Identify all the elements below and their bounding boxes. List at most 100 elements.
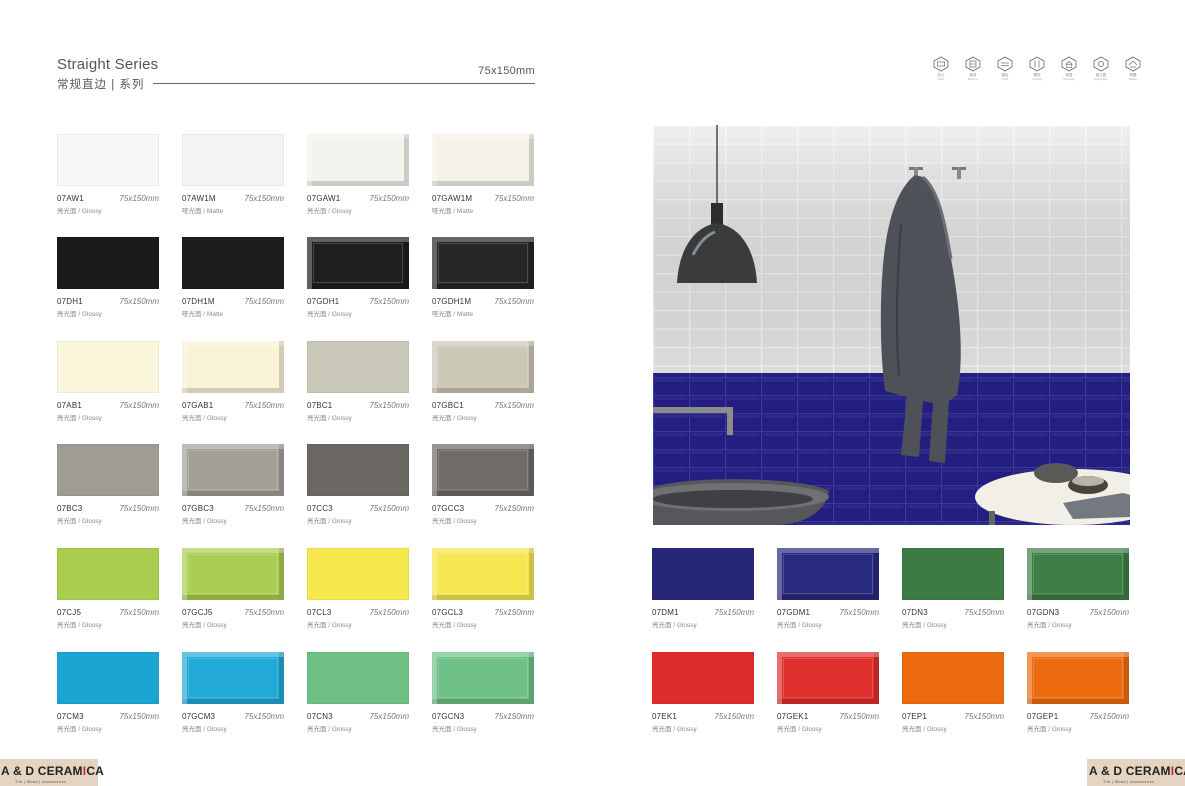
tile-finish: 亮光面 / Glossy [1027,726,1072,733]
tile-card: 07GDH1M 75x150mm 哑光面 / Matte [432,237,534,318]
tile-code: 07DM1 [652,608,679,617]
tile-swatch [1027,548,1129,600]
tile-size: 75x150mm [839,712,879,721]
tile-card: 07CL3 75x150mm 亮光面 / Glossy [307,548,409,629]
tile-swatch [777,652,879,704]
tile-code: 07GDH1 [307,297,340,306]
tile-finish: 亮光面 / Glossy [307,415,352,422]
kindergarten-icon [1093,56,1109,72]
tile-code: 07AW1M [182,194,216,203]
tile-swatch [182,444,284,496]
tile-swatch [432,237,534,289]
tile-card: 07BC1 75x150mm 亮光面 / Glossy [307,341,409,422]
tile-card: 07GCN3 75x150mm 亮光面 / Glossy [432,652,534,733]
page-title-cn: 常规直边 | 系列 [57,79,145,91]
tile-finish: 亮光面 / Glossy [432,518,477,525]
tile-swatch [432,548,534,600]
tile-size: 75x150mm [369,194,409,203]
tile-card: 07DN3 75x150mm 亮光面 / Glossy [902,548,1004,629]
tile-swatch [1027,652,1129,704]
tile-code: 07CM3 [57,712,84,721]
application-home: 家居 Homestay [1057,56,1081,81]
tile-swatch [902,548,1004,600]
tile-code: 07EP1 [902,712,928,721]
application-icons: 办公 Work 商务 Business 酒店 Hotel 餐饮 Catering… [929,56,1145,81]
tile-finish: 亮光面 / Glossy [57,726,102,733]
tile-swatch [307,444,409,496]
tile-swatch [902,652,1004,704]
tile-finish: 亮光面 / Glossy [57,518,102,525]
tile-size: 75x150mm [964,712,1004,721]
tile-card: 07CM3 75x150mm 亮光面 / Glossy [57,652,159,733]
tile-finish: 亮光面 / Glossy [57,208,102,215]
tile-code: 07BC1 [307,401,333,410]
tile-size: 75x150mm [714,608,754,617]
tile-swatch [307,652,409,704]
tile-finish: 亮光面 / Glossy [902,622,947,629]
tile-size: 75x150mm [494,608,534,617]
application-hotel: 酒店 Hotel [993,56,1017,81]
tile-card: 07DM1 75x150mm 亮光面 / Glossy [652,548,754,629]
tile-size: 75x150mm [244,504,284,513]
tile-code: 07GCL3 [432,608,463,617]
business-icon [965,56,981,72]
tile-finish: 亮光面 / Glossy [307,622,352,629]
tile-card: 07CC3 75x150mm 亮光面 / Glossy [307,444,409,525]
tile-card: 07GDM1 75x150mm 亮光面 / Glossy [777,548,879,629]
tile-swatch [777,548,879,600]
tile-finish: 亮光面 / Glossy [182,622,227,629]
tile-finish: 亮光面 / Glossy [182,726,227,733]
tile-code: 07GBC1 [432,401,464,410]
application-business: 商务 Business [961,56,985,81]
tile-finish: 亮光面 / Glossy [652,726,697,733]
tile-swatch [57,134,159,186]
tile-code: 07DH1M [182,297,215,306]
tile-code: 07CJ5 [57,608,82,617]
tile-card: 07GDN3 75x150mm 亮光面 / Glossy [1027,548,1129,629]
tile-finish: 亮光面 / Glossy [432,622,477,629]
tile-swatch [432,134,534,186]
tile-finish: 亮光面 / Glossy [182,518,227,525]
tile-code: 07CC3 [307,504,333,513]
brand-logo-left: A & D CERAMICA Tile | Wood | Accessories [0,759,104,786]
tile-card: 07GAW1M 75x150mm 哑光面 / Matte [432,134,534,215]
tile-swatch [307,548,409,600]
tile-card: 07GDH1 75x150mm 亮光面 / Glossy [307,237,409,318]
tile-size: 75x150mm [369,608,409,617]
application-kindergarten: 幼儿园 Kindergarten [1089,56,1113,81]
tile-size: 75x150mm [494,297,534,306]
tile-size: 75x150mm [1089,608,1129,617]
series-size: 75x150mm [478,65,535,77]
tile-finish: 亮光面 / Glossy [57,311,102,318]
tile-card: 07BC3 75x150mm 亮光面 / Glossy [57,444,159,525]
tile-finish: 亮光面 / Glossy [777,726,822,733]
tile-size: 75x150mm [369,504,409,513]
tile-finish: 哑光面 / Matte [432,208,474,215]
tile-card: 07AW1M 75x150mm 哑光面 / Matte [182,134,284,215]
brand-logo-right: A & D CERAMICA Tile | Wood | Accessories [1087,759,1185,786]
tile-card: 07CJ5 75x150mm 亮光面 / Glossy [57,548,159,629]
tile-finish: 亮光面 / Glossy [182,415,227,422]
tile-size: 75x150mm [119,401,159,410]
tile-code: 07GDN3 [1027,608,1060,617]
tile-size: 75x150mm [119,194,159,203]
tile-swatch [307,237,409,289]
tile-code: 07GEP1 [1027,712,1059,721]
tile-size: 75x150mm [369,297,409,306]
tile-code: 07CN3 [307,712,333,721]
tile-finish: 哑光面 / Matte [182,208,224,215]
tile-code: 07BC3 [57,504,83,513]
tile-code: 07DN3 [902,608,928,617]
tile-finish: 哑光面 / Matte [182,311,224,318]
tile-size: 75x150mm [244,608,284,617]
tile-card: 07GCJ5 75x150mm 亮光面 / Glossy [182,548,284,629]
tile-swatch [182,237,284,289]
tile-card: 07EP1 75x150mm 亮光面 / Glossy [902,652,1004,733]
tile-code: 07GCN3 [432,712,465,721]
tile-swatch [307,341,409,393]
tile-card: 07CN3 75x150mm 亮光面 / Glossy [307,652,409,733]
tile-card: 07GEP1 75x150mm 亮光面 / Glossy [1027,652,1129,733]
tile-finish: 亮光面 / Glossy [432,415,477,422]
tile-swatch [57,341,159,393]
tile-swatch [57,444,159,496]
